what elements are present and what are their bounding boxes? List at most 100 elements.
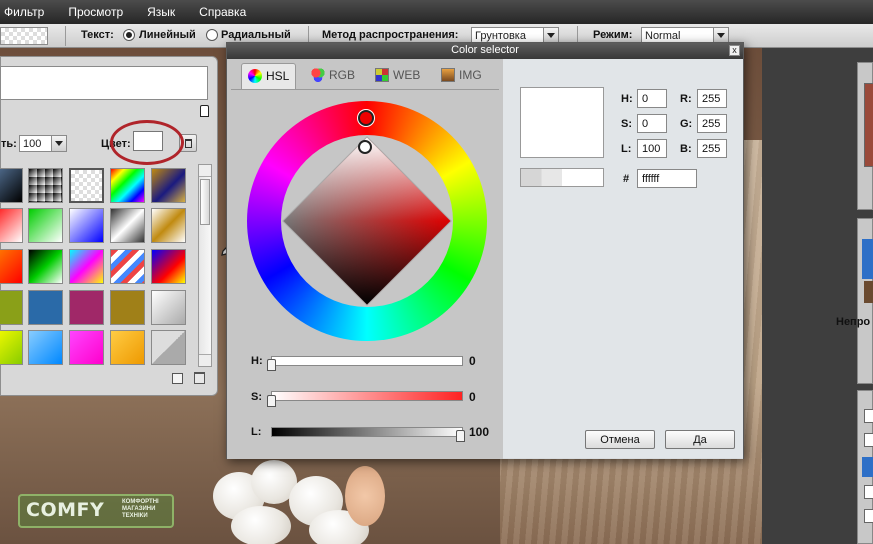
h-field-label: H: <box>621 93 633 105</box>
g-field[interactable]: 255 <box>697 114 727 133</box>
gradient-preset[interactable] <box>110 290 145 325</box>
opacity-label: ть: <box>1 138 17 150</box>
layer-row[interactable] <box>864 281 873 303</box>
tab-rgb-label: RGB <box>329 68 356 82</box>
gradient-preset[interactable] <box>110 249 145 284</box>
tab-img[interactable]: IMG <box>435 63 488 89</box>
new-gradient-icon[interactable] <box>172 373 183 384</box>
scrollbar-thumb[interactable] <box>200 179 210 225</box>
layer-thumbnail-panel <box>857 62 873 210</box>
gradient-preset[interactable] <box>69 168 104 203</box>
gradient-preset[interactable] <box>151 249 186 284</box>
gradient-preset[interactable] <box>151 290 186 325</box>
method-select-value: Грунтовка <box>475 30 526 42</box>
h-field[interactable]: 0 <box>637 89 667 108</box>
gradient-preset[interactable] <box>0 168 23 203</box>
sl-handle[interactable] <box>358 140 372 154</box>
delete-gradient-icon[interactable] <box>194 372 205 384</box>
gradient-preset[interactable] <box>28 290 63 325</box>
hex-label: # <box>623 173 630 185</box>
ok-button[interactable]: Да <box>665 430 735 449</box>
r-field-label: R: <box>680 93 692 105</box>
l-slider-track[interactable] <box>271 427 463 437</box>
layer-row-selected[interactable] <box>862 239 873 279</box>
scroll-up-arrow[interactable] <box>199 165 211 177</box>
menu-view[interactable]: Просмотр <box>68 5 123 19</box>
menu-language[interactable]: Язык <box>147 5 175 19</box>
hex-field[interactable]: ffffff <box>637 169 697 188</box>
tab-rgb[interactable]: RGB <box>305 63 361 89</box>
color-selector-dialog: Color selector x HSL RGB WEB IMG H: 0 S:… <box>226 42 744 459</box>
gradient-preview[interactable] <box>0 27 48 45</box>
gradient-preset[interactable] <box>110 208 145 243</box>
history-row-selected[interactable] <box>862 457 873 477</box>
h-slider-track[interactable] <box>271 356 463 366</box>
tab-web[interactable]: WEB <box>369 63 426 89</box>
text-label: Текст: <box>81 29 114 41</box>
opacity-select[interactable]: 100 <box>19 135 67 152</box>
gradient-preset[interactable] <box>0 249 23 284</box>
gradient-preset[interactable] <box>151 168 186 203</box>
layer-thumbnail[interactable] <box>864 83 873 167</box>
s-slider-thumb[interactable] <box>267 395 276 407</box>
gradient-preset[interactable] <box>151 208 186 243</box>
l-slider-value: 100 <box>469 425 490 439</box>
gradient-preset[interactable] <box>28 330 63 365</box>
gradient-stop-marker[interactable] <box>200 105 209 117</box>
opacity-value: 100 <box>23 138 42 150</box>
gradient-preset[interactable] <box>28 249 63 284</box>
hue-handle[interactable] <box>358 110 374 126</box>
gradient-preset[interactable] <box>28 208 63 243</box>
gradient-preset[interactable] <box>0 290 23 325</box>
radial-label[interactable]: Радиальный <box>221 29 291 41</box>
h-slider-thumb[interactable] <box>267 359 276 371</box>
current-color-swatch <box>520 87 604 158</box>
gradient-preset[interactable] <box>28 168 63 203</box>
l-field[interactable]: 100 <box>637 139 667 158</box>
s-field-label: S: <box>621 118 632 130</box>
menu-filter[interactable]: Фильтр <box>4 5 44 19</box>
gradient-preset[interactable] <box>151 330 186 365</box>
image-icon <box>441 68 455 82</box>
chevron-down-icon <box>713 28 728 43</box>
gradient-preset[interactable] <box>0 208 23 243</box>
previous-color-bar <box>520 168 604 187</box>
b-field[interactable]: 255 <box>697 139 727 158</box>
gradient-preset[interactable] <box>69 208 104 243</box>
dialog-titlebar[interactable]: Color selector x <box>227 43 743 59</box>
gradient-presets <box>0 168 196 368</box>
l-slider-thumb[interactable] <box>456 430 465 442</box>
tab-hsl[interactable]: HSL <box>241 63 297 89</box>
comfy-tagline: КОМФОРТНІ МАГАЗИНИ ТЕХНІКИ <box>122 499 159 519</box>
b-field-label: B: <box>680 143 692 155</box>
gradient-preset[interactable] <box>69 290 104 325</box>
scroll-down-arrow[interactable] <box>199 354 211 366</box>
linear-label[interactable]: Линейный <box>139 29 196 41</box>
r-field[interactable]: 255 <box>697 89 727 108</box>
l-field-label: L: <box>621 143 632 155</box>
l-slider-label: L: <box>251 426 262 438</box>
gradient-preset[interactable] <box>69 330 104 365</box>
gradient-preset[interactable] <box>69 249 104 284</box>
highlight-circle <box>110 120 184 165</box>
cancel-button[interactable]: Отмена <box>585 430 655 449</box>
mode-label: Режим: <box>593 29 633 41</box>
menu-help[interactable]: Справка <box>199 5 246 19</box>
gradient-presets-scrollbar[interactable] <box>198 164 212 367</box>
radial-radio[interactable] <box>206 29 218 41</box>
h-slider-label: H: <box>251 355 263 367</box>
gradient-preset[interactable] <box>0 330 23 365</box>
g-field-label: G: <box>680 118 693 130</box>
chevron-down-icon <box>543 28 558 43</box>
mode-select-value: Normal <box>645 30 681 42</box>
h-slider-value: 0 <box>469 354 476 368</box>
gradient-preset[interactable] <box>110 168 145 203</box>
linear-radio[interactable] <box>123 29 135 41</box>
layers-panel <box>857 218 873 384</box>
tab-web-label: WEB <box>393 68 421 82</box>
gradient-editor-bar[interactable] <box>0 66 208 100</box>
close-icon[interactable]: x <box>729 45 740 56</box>
gradient-preset[interactable] <box>110 330 145 365</box>
s-field[interactable]: 0 <box>637 114 667 133</box>
s-slider-track[interactable] <box>271 391 463 401</box>
